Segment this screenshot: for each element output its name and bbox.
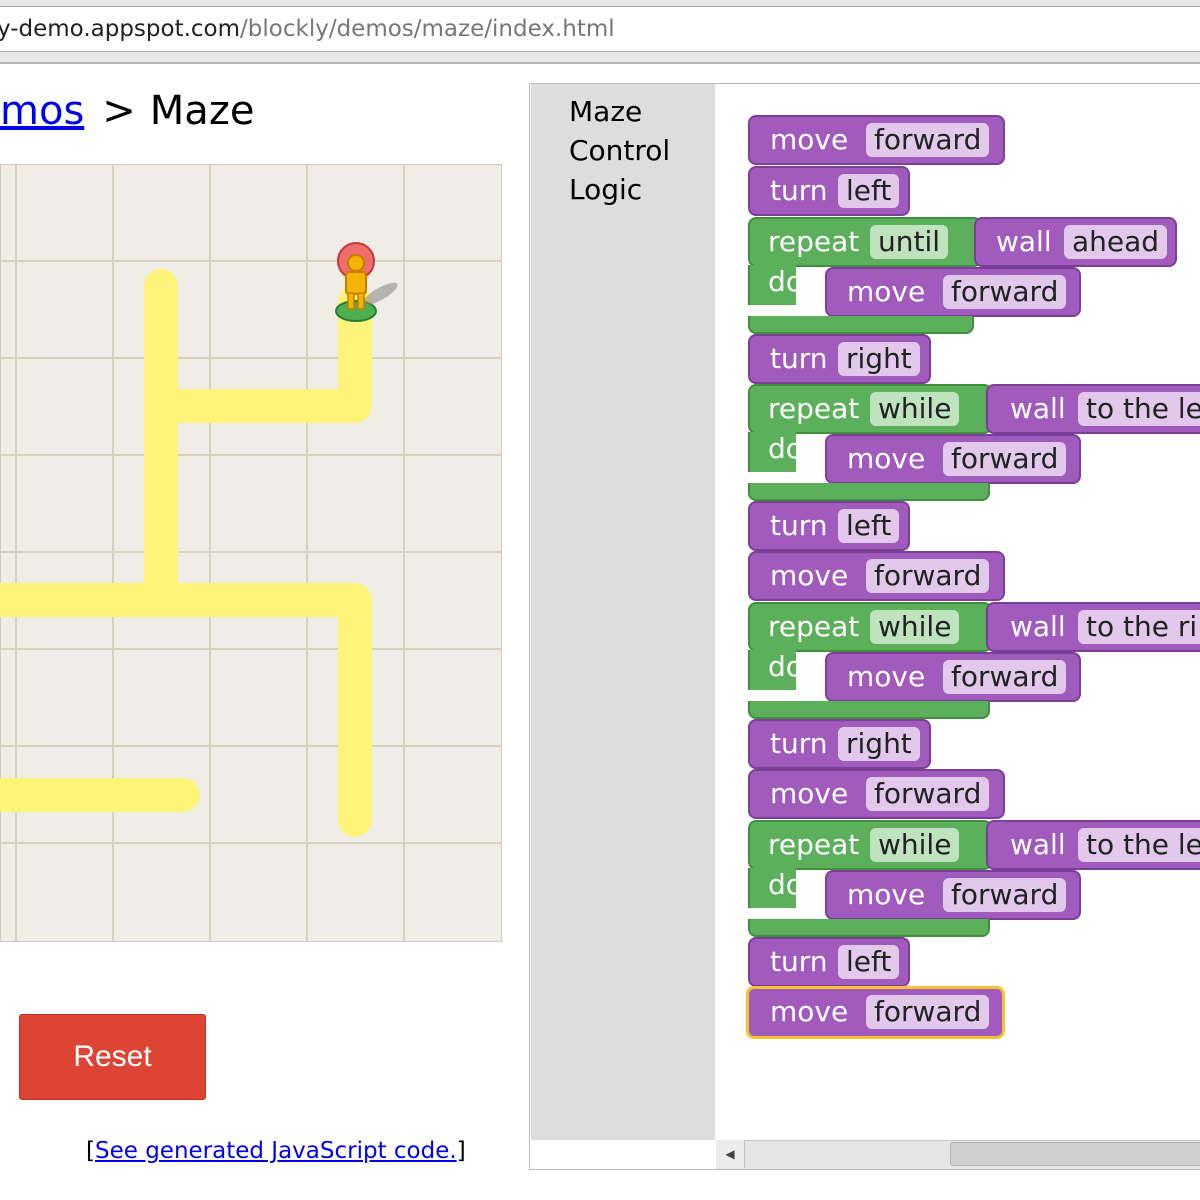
direction-field[interactable]: right [838,727,920,761]
block-keyword: wall [1010,610,1066,643]
move-forward-block[interactable]: move forward [825,652,1081,702]
do-label: do [768,650,803,683]
block-keyword: wall [1010,392,1066,425]
wall-left-condition-block[interactable]: wall to the le [986,820,1200,870]
loop-mode-field[interactable]: while [870,610,960,644]
do-label: do [768,432,803,465]
block-keyword: move [770,123,849,156]
block-keyword: move [770,995,849,1028]
toolbox-category-maze[interactable]: Maze [569,94,642,130]
direction-field[interactable]: forward [943,275,1067,309]
direction-field[interactable]: forward [866,777,990,811]
move-forward-block[interactable]: move forward [825,870,1081,920]
turn-right-block[interactable]: turn right [748,719,931,769]
loop-mode-field[interactable]: until [870,225,949,259]
url-bar[interactable]: y-demo.appspot.com/blockly/demos/maze/in… [0,6,1200,52]
repeat-while-block[interactable]: repeat while [748,820,992,870]
turn-left-block[interactable]: turn left [748,166,910,216]
move-forward-block[interactable]: move forward [825,267,1081,317]
block-keyword: repeat [768,225,860,258]
move-forward-block[interactable]: move forward [748,551,1005,601]
move-forward-block[interactable]: move forward [748,115,1005,165]
block-keyword: turn [770,174,828,207]
loop-footer [748,483,990,501]
block-keyword: repeat [768,610,860,643]
block-keyword: wall [1010,828,1066,861]
wall-direction-field[interactable]: ahead [1064,225,1168,259]
url-path: /blockly/demos/maze/index.html [240,16,615,42]
block-keyword: wall [996,225,1052,258]
repeat-until-block[interactable]: repeat until [748,217,982,267]
scrollbar-thumb[interactable] [950,1142,1200,1166]
generated-code-link-wrapper: [See generated JavaScript code.] [86,1134,466,1168]
direction-field[interactable]: forward [866,123,990,157]
block-keyword: turn [770,509,828,542]
loop-mode-field[interactable]: while [870,392,960,426]
browser-toolbar: y-demo.appspot.com/blockly/demos/maze/in… [0,0,1200,64]
breadcrumb-demos-link[interactable]: mos [0,88,84,134]
breadcrumb: mos > Maze [0,86,254,136]
turn-left-block[interactable]: turn left [748,937,910,987]
move-forward-block-selected[interactable]: move forward [746,986,1005,1039]
direction-field[interactable]: forward [866,995,990,1029]
block-keyword: move [770,559,849,592]
move-forward-block[interactable]: move forward [825,434,1081,484]
move-forward-block[interactable]: move forward [748,769,1005,819]
loop-body: do [748,868,803,908]
direction-field[interactable]: left [838,174,900,208]
loop-body: do [748,265,803,305]
blockly-workspace[interactable]: move forward turn left repeat until wall… [716,84,1200,1140]
loop-footer [748,316,974,334]
wall-direction-field[interactable]: to the le [1078,392,1200,426]
block-keyword: turn [770,945,828,978]
block-keyword: repeat [768,828,860,861]
block-keyword: repeat [768,392,860,425]
toolbox-category-logic[interactable]: Logic [569,172,642,208]
direction-field[interactable]: forward [943,442,1067,476]
do-label: do [768,265,803,298]
repeat-while-block[interactable]: repeat while [748,384,992,434]
block-keyword: move [847,442,926,475]
bracket-close: ] [456,1138,466,1164]
block-keyword: move [847,275,926,308]
turn-right-block[interactable]: turn right [748,334,931,384]
breadcrumb-separator: > [102,88,136,134]
direction-field[interactable]: forward [943,878,1067,912]
wall-direction-field[interactable]: to the le [1078,828,1200,862]
block-keyword: turn [770,342,828,375]
toolbox-category-control[interactable]: Control [569,133,670,169]
direction-field[interactable]: forward [943,660,1067,694]
block-keyword: turn [770,727,828,760]
direction-field[interactable]: right [838,342,920,376]
block-keyword: move [847,878,926,911]
loop-mode-field[interactable]: while [870,828,960,862]
repeat-while-block[interactable]: repeat while [748,602,992,652]
bracket-open: [ [86,1138,95,1164]
wall-ahead-condition-block[interactable]: wall ahead [974,217,1177,267]
loop-footer [748,701,990,719]
page-title: Maze [149,88,255,134]
direction-field[interactable]: left [838,509,900,543]
wall-direction-field[interactable]: to the ri [1078,610,1200,644]
loop-body: do [748,432,803,472]
url-host: y-demo.appspot.com [0,16,241,42]
direction-field[interactable]: forward [866,559,990,593]
wall-left-condition-block[interactable]: wall to the le [986,384,1200,434]
scroll-left-arrow-icon[interactable]: ◀ [716,1140,745,1168]
wall-right-condition-block[interactable]: wall to the ri [986,602,1200,652]
direction-field[interactable]: left [838,945,900,979]
generated-code-link[interactable]: See generated JavaScript code. [95,1138,457,1164]
block-keyword: move [847,660,926,693]
maze-canvas [0,164,502,942]
loop-footer [748,919,990,937]
do-label: do [768,868,803,901]
reset-button[interactable]: Reset [19,1014,206,1100]
turn-left-block[interactable]: turn left [748,501,910,551]
blockly-toolbox: Maze Control Logic [531,84,715,1140]
loop-body: do [748,650,803,690]
block-keyword: move [770,777,849,810]
